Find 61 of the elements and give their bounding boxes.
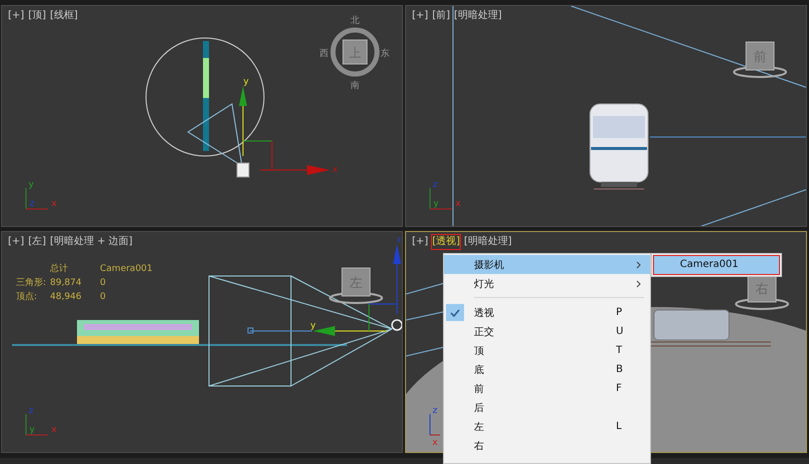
menu-item[interactable]: 顶 T <box>444 341 650 360</box>
stats-value: 0 <box>100 291 107 303</box>
stats-value: 89,874 <box>50 277 82 289</box>
viewport-menu-label[interactable]: [+] <box>412 9 428 23</box>
stats-header: Camera001 <box>100 263 154 275</box>
axis-label: y <box>433 199 439 209</box>
shading-label[interactable]: [明暗处理 + 边面] <box>50 235 133 249</box>
axis-label: x <box>455 199 461 209</box>
menu-item[interactable]: 底 B <box>444 360 650 379</box>
axis-tripod-icon <box>26 414 48 436</box>
axis-label: z <box>28 406 34 416</box>
axis-tripod-icon <box>430 188 452 210</box>
shading-label[interactable]: [线框] <box>50 9 78 23</box>
axis-label: x <box>51 425 57 435</box>
viewcube <box>746 42 774 70</box>
axis-label: z <box>396 235 402 244</box>
menu-item[interactable]: 透视 P <box>444 303 650 322</box>
menu-item[interactable]: 左 L <box>444 417 650 436</box>
menu-item[interactable]: 右 <box>444 436 650 455</box>
stats-header: 总计 <box>50 263 69 275</box>
axis-label: y <box>243 77 249 87</box>
stats-value: 48,946 <box>50 291 82 303</box>
stats-value: 0 <box>100 277 107 289</box>
menu-item[interactable]: 正交 U <box>444 322 650 341</box>
compass-label: 西 <box>320 49 328 59</box>
axis-label: x <box>332 165 338 175</box>
axis-label: z <box>30 199 34 209</box>
menu-item[interactable]: 后 <box>444 398 650 417</box>
viewcube <box>342 268 370 296</box>
checkmark-icon <box>450 308 460 316</box>
viewport-menu-label[interactable]: [+] <box>8 235 24 249</box>
axis-tripod-icon <box>26 188 48 210</box>
view-label[interactable]: [前] <box>432 9 450 23</box>
axis-label: y <box>310 321 316 331</box>
axis-tripod-icon <box>430 414 440 436</box>
compass-label: 北 <box>350 16 360 26</box>
submenu-item[interactable]: Camera001 <box>654 256 779 274</box>
compass-ring <box>330 28 380 76</box>
stats-label: 顶点: <box>16 291 38 303</box>
compass-label: 南 <box>350 81 360 91</box>
shading-label[interactable]: [明暗处理] <box>464 235 512 249</box>
menu-item[interactable]: 摄影机 <box>444 255 650 274</box>
viewport-menu-label[interactable]: [+] <box>8 9 24 23</box>
stats-label: 三角形: <box>16 277 48 289</box>
menu-item[interactable]: 灯光 <box>444 274 650 293</box>
axis-label: z <box>432 180 438 190</box>
chevron-right-icon <box>636 260 641 268</box>
chevron-right-icon <box>636 280 641 288</box>
axis-label: x <box>432 438 438 448</box>
menu-item[interactable]: 前 F <box>444 379 650 398</box>
axis-label: z <box>432 406 438 416</box>
viewport-menu-label[interactable]: [+] <box>412 235 428 249</box>
axis-label: y <box>28 180 34 190</box>
axis-label: x <box>51 199 57 209</box>
view-label[interactable]: [顶] <box>28 9 46 23</box>
view-label[interactable]: [透视] <box>432 235 460 249</box>
axis-label: y <box>29 425 35 435</box>
compass-label: 东 <box>380 49 390 59</box>
viewcube <box>342 40 368 64</box>
view-label[interactable]: [左] <box>28 235 46 249</box>
shading-label[interactable]: [明暗处理] <box>454 9 502 23</box>
